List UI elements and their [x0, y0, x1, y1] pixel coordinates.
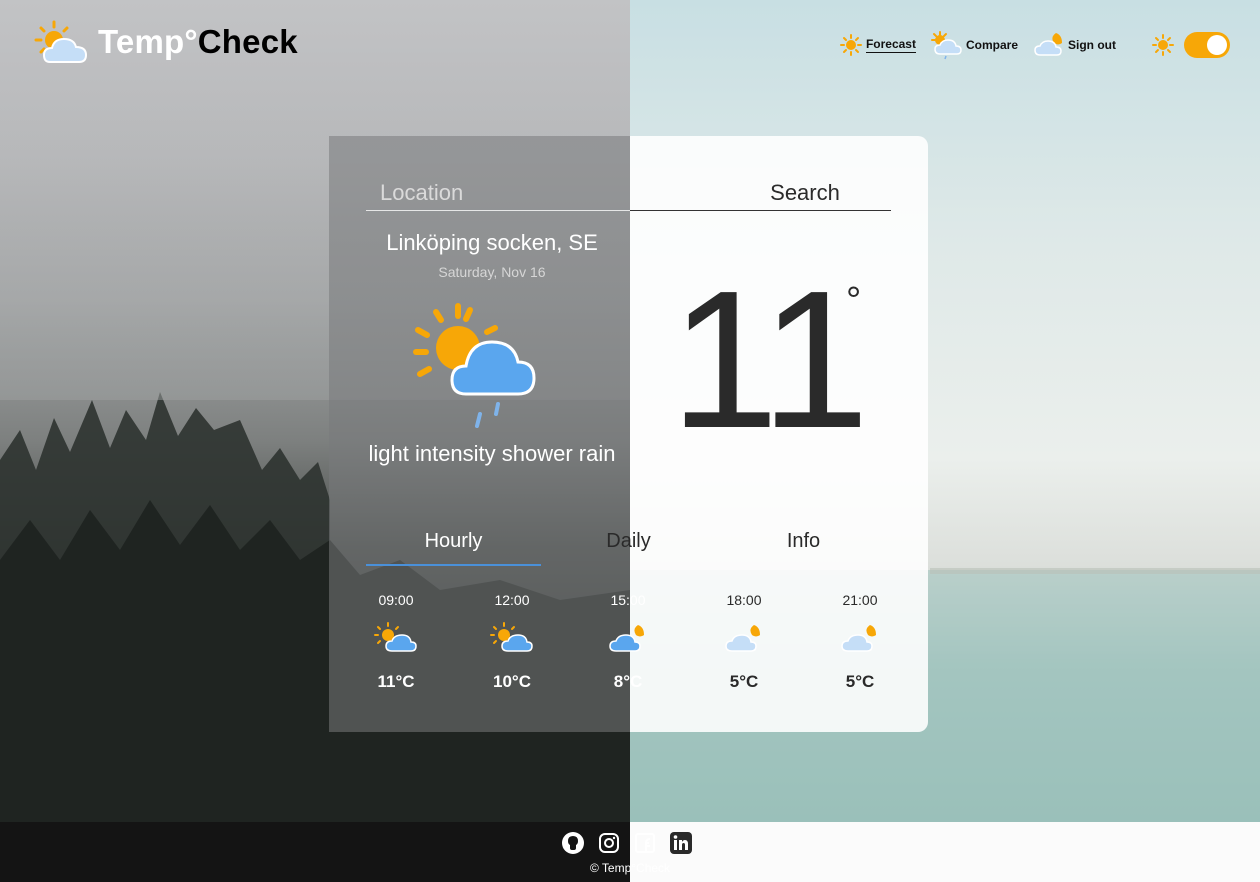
nav-compare[interactable]: Compare	[930, 30, 1018, 60]
nav-compare-label: Compare	[965, 38, 1018, 52]
moon-cloud-icon	[588, 616, 668, 660]
hourly-item: 15:00 8°C	[588, 592, 668, 692]
search-underline	[366, 210, 891, 211]
facebook-icon[interactable]	[632, 830, 658, 856]
hourly-temp: 10°C	[493, 672, 531, 691]
sun-cloud-icon	[472, 616, 552, 660]
hourly-item: 21:00 5°C	[820, 592, 900, 692]
moon-cloud-icon	[1034, 33, 1062, 56]
sun-cloud-icon	[356, 616, 436, 660]
sun-cloud-rain-icon	[413, 303, 536, 428]
hourly-time: 21:00	[842, 592, 878, 608]
hourly-time: 12:00	[494, 592, 530, 608]
app-logo[interactable]: Temp°Check	[34, 18, 298, 66]
nav-forecast-label: Forecast	[865, 37, 916, 53]
copyright-text: © Temp°Check	[589, 861, 671, 875]
hourly-time: 18:00	[726, 592, 762, 608]
nav-signout[interactable]: Sign out	[1032, 31, 1116, 59]
social-links	[560, 830, 704, 856]
tab-hourly[interactable]: Hourly	[366, 530, 541, 566]
hourly-time: 09:00	[378, 592, 414, 608]
hourly-temp: 5°C	[845, 672, 875, 691]
theme-toggle[interactable]	[1184, 32, 1230, 58]
sun-cloud-rain-icon	[930, 31, 962, 60]
nav-signout-label: Sign out	[1068, 38, 1116, 52]
hourly-time: 15:00	[610, 592, 646, 608]
toggle-knob	[1207, 35, 1227, 55]
current-temperature: 11	[670, 250, 869, 469]
location-input[interactable]	[380, 178, 620, 208]
search-button[interactable]: Search	[760, 178, 850, 208]
hourly-temp: 5°C	[729, 672, 759, 691]
current-date: Saturday, Nov 16	[438, 264, 546, 280]
nav-forecast[interactable]: Forecast	[839, 34, 916, 56]
tab-daily[interactable]: Daily	[541, 530, 716, 566]
tab-info[interactable]: Info	[716, 530, 891, 566]
city-name: Linköping socken, SE	[386, 230, 598, 255]
linkedin-icon[interactable]	[668, 830, 694, 856]
sun-icon	[839, 34, 862, 56]
instagram-icon[interactable]	[596, 830, 622, 856]
hourly-item: 09:00 11°C	[356, 592, 436, 692]
hourly-temp: 11°C	[377, 672, 415, 691]
moon-cloud-icon	[704, 616, 784, 660]
logo-sun-cloud-icon	[34, 20, 88, 63]
github-icon[interactable]	[560, 830, 586, 856]
logo-text: Temp°Check	[98, 23, 298, 60]
degree-symbol: °	[846, 280, 862, 322]
weather-description: light intensity shower rain	[368, 441, 616, 466]
moon-cloud-icon	[820, 616, 900, 660]
light-mode-sun-icon	[1152, 34, 1174, 56]
theme-toggle-group	[1152, 32, 1230, 58]
hourly-item: 18:00 5°C	[704, 592, 784, 692]
hourly-item: 12:00 10°C	[472, 592, 552, 692]
top-nav: Forecast Compare Sign out	[826, 30, 1230, 60]
current-weather-icon	[410, 300, 540, 439]
hourly-temp: 8°C	[613, 672, 643, 691]
